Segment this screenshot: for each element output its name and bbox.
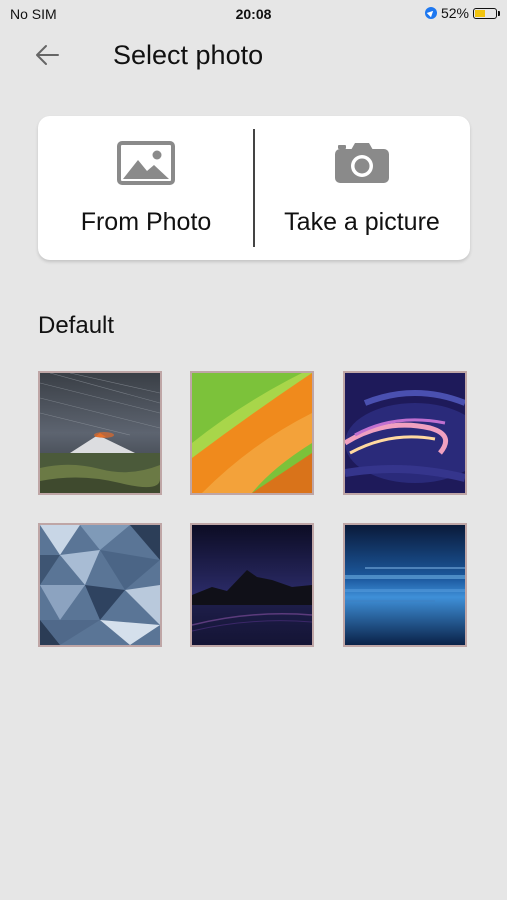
status-bar: No SIM 20:08 52% <box>0 0 507 28</box>
default-wallpaper-4[interactable] <box>38 523 162 647</box>
battery-percent: 52% <box>440 5 469 21</box>
take-picture-button[interactable]: Take a picture <box>254 116 470 260</box>
battery-icon <box>473 7 500 19</box>
from-photo-button[interactable]: From Photo <box>38 116 254 260</box>
battery-level <box>475 9 485 17</box>
location-icon <box>424 7 437 19</box>
back-button[interactable] <box>30 38 64 72</box>
camera-icon <box>335 143 389 183</box>
page-title: Select photo <box>113 40 264 70</box>
mountain-night-image <box>40 373 160 493</box>
default-wallpaper-1[interactable] <box>38 371 162 495</box>
blue-polygon-image <box>40 525 160 645</box>
take-picture-label: Take a picture <box>284 208 440 236</box>
arrow-left-icon <box>36 45 59 65</box>
blue-motion-blur-image <box>345 525 465 645</box>
neon-mountain-image <box>192 525 312 645</box>
status-indicators: 52% <box>424 5 500 21</box>
default-wallpaper-6[interactable] <box>343 523 467 647</box>
default-wallpaper-3[interactable] <box>343 371 467 495</box>
header: Select photo <box>0 30 507 80</box>
purple-swirl-image <box>345 373 465 493</box>
default-section-title: Default <box>38 312 115 339</box>
from-photo-label: From Photo <box>80 208 212 236</box>
photo-source-card: From Photo Take a picture <box>38 116 470 260</box>
default-wallpaper-5[interactable] <box>190 523 314 647</box>
image-icon <box>117 141 175 185</box>
green-orange-abstract-image <box>192 373 312 493</box>
default-wallpaper-2[interactable] <box>190 371 314 495</box>
